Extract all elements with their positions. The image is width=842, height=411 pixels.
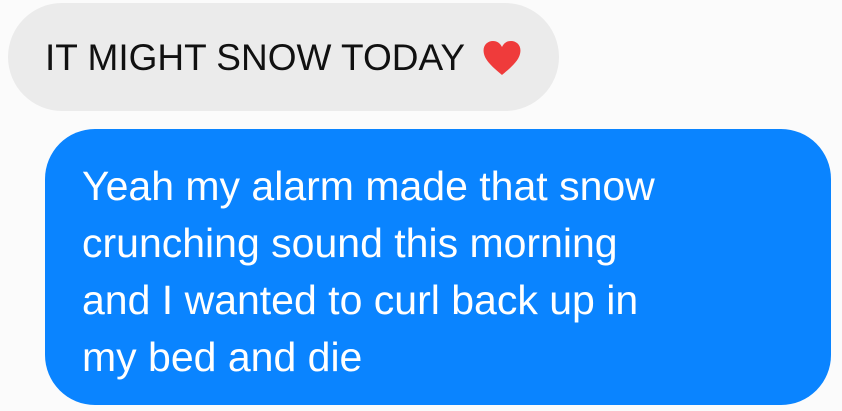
- sent-message-bubble[interactable]: Yeah my alarm made that snow crunching s…: [45, 129, 831, 405]
- received-message-bubble[interactable]: IT MIGHT SNOW TODAY: [8, 3, 560, 111]
- sent-message-line: and I wanted to curl back up in: [82, 277, 639, 323]
- sent-message-line: Yeah my alarm made that snow: [82, 163, 655, 209]
- sent-message-line: crunching sound this morning: [82, 220, 618, 266]
- received-message-text: IT MIGHT SNOW TODAY: [45, 36, 466, 78]
- sent-message-line: my bed and die: [82, 334, 363, 380]
- message-thread: IT MIGHT SNOW TODAY Yeah my alarm made t…: [0, 0, 842, 411]
- heart-icon: [481, 39, 523, 77]
